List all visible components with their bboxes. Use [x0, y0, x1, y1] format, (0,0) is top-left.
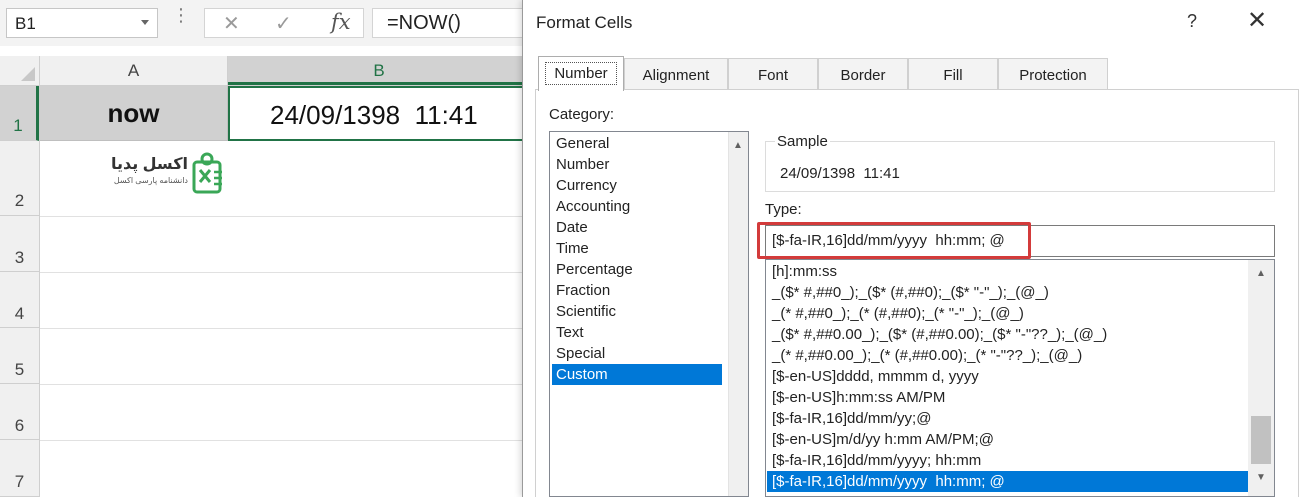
scroll-thumb[interactable]	[1251, 416, 1271, 464]
category-label: Category:	[549, 106, 615, 123]
grip-dots-icon: ⋮	[172, 5, 190, 25]
gridline	[40, 328, 530, 329]
format-item[interactable]: [$-fa-IR,16]dd/mm/yyyy; hh:mm	[767, 450, 1248, 471]
formula-buttons: ✕ ✓ fx	[204, 8, 364, 38]
cell-b1[interactable]: 24/09/1398 11:41	[228, 86, 530, 141]
row-header-7[interactable]: 7	[0, 440, 39, 497]
format-item[interactable]: _($* #,##0.00_);_($* (#,##0.00);_($* "-"…	[767, 324, 1248, 345]
formula-input[interactable]: =NOW()	[372, 8, 532, 38]
column-header-b[interactable]: B	[228, 56, 530, 85]
format-list[interactable]: [h]:mm:ss _($* #,##0_);_($* (#,##0);_($*…	[765, 259, 1275, 497]
column-headers: A B	[0, 56, 530, 86]
dialog-tabs: Number Alignment Font Border Fill Protec…	[535, 56, 1299, 91]
category-item[interactable]: Text	[552, 322, 722, 343]
sample-label: Sample	[775, 133, 830, 150]
format-item[interactable]: _($* #,##0_);_($* (#,##0);_($* "-"_);_(@…	[767, 282, 1248, 303]
format-item[interactable]: [$-fa-IR,16]dd/mm/yy;@	[767, 408, 1248, 429]
worksheet-grid[interactable]: now 24/09/1398 11:41	[40, 86, 530, 497]
row-header-2[interactable]: 2	[0, 141, 39, 216]
format-item[interactable]: _(* #,##0_);_(* (#,##0);_(* "-"_);_(@_)	[767, 303, 1248, 324]
name-box-value: B1	[15, 14, 36, 33]
category-item[interactable]: Accounting	[552, 196, 722, 217]
category-item[interactable]: Fraction	[552, 280, 722, 301]
gridline	[40, 384, 530, 385]
format-item[interactable]: [$-en-US]m/d/yy h:mm AM/PM;@	[767, 429, 1248, 450]
fx-icon[interactable]: fx	[331, 10, 351, 34]
gridline	[40, 272, 530, 273]
format-item-selected[interactable]: [$-fa-IR,16]dd/mm/yyyy hh:mm; @	[767, 471, 1248, 492]
category-item[interactable]: Number	[552, 154, 722, 175]
gridline	[40, 440, 530, 441]
type-input[interactable]: [$-fa-IR,16]dd/mm/yyyy hh:mm; @	[765, 225, 1275, 257]
row-header-3[interactable]: 3	[0, 216, 39, 272]
tab-font[interactable]: Font	[728, 58, 818, 90]
category-item[interactable]: Time	[552, 238, 722, 259]
tab-border[interactable]: Border	[818, 58, 908, 90]
format-cells-dialog: Format Cells ? ✕ Number Alignment Font B…	[522, 0, 1310, 497]
category-item[interactable]: General	[552, 133, 722, 154]
category-item[interactable]: Currency	[552, 175, 722, 196]
tab-number-label: Number	[545, 62, 617, 85]
scroll-down-icon[interactable]: ▼	[1256, 472, 1266, 483]
select-all-icon	[21, 67, 35, 81]
scroll-up-icon[interactable]: ▲	[733, 140, 743, 151]
category-item[interactable]: Percentage	[552, 259, 722, 280]
row-header-6[interactable]: 6	[0, 384, 39, 440]
close-icon[interactable]: ✕	[1247, 6, 1267, 35]
category-list[interactable]: General Number Currency Accounting Date …	[549, 131, 749, 497]
select-all-corner[interactable]	[0, 56, 40, 85]
gridline	[40, 216, 530, 217]
excelpedia-logo: اکسل پدیا دانشنامه پارسی اکسل	[108, 150, 228, 198]
check-icon[interactable]: ✓	[275, 11, 292, 36]
name-box[interactable]: B1	[6, 8, 158, 38]
format-scrollbar[interactable]: ▲ ▼	[1248, 260, 1274, 496]
format-item[interactable]: _(* #,##0.00_);_(* (#,##0.00);_(* "-"??_…	[767, 345, 1248, 366]
tab-alignment[interactable]: Alignment	[624, 58, 728, 90]
format-item[interactable]: [h]:mm:ss	[767, 261, 1248, 282]
category-item-selected[interactable]: Custom	[552, 364, 722, 385]
row-header-1[interactable]: 1	[0, 86, 39, 141]
excel-logo-icon	[192, 152, 222, 194]
dialog-title: Format Cells	[536, 13, 633, 32]
format-item[interactable]: [$-en-US]h:mm:ss AM/PM	[767, 387, 1248, 408]
chevron-down-icon[interactable]	[141, 20, 149, 25]
sample-value: 24/09/1398 11:41	[780, 165, 900, 182]
format-item[interactable]: [$-en-US]dddd, mmmm d, yyyy	[767, 366, 1248, 387]
category-item[interactable]: Date	[552, 217, 722, 238]
close-icon[interactable]: ✕	[223, 11, 240, 36]
cell-a1[interactable]: now	[40, 86, 228, 141]
category-scrollbar[interactable]: ▲	[728, 132, 748, 496]
logo-subtext: دانشنامه پارسی اکسل	[113, 176, 188, 185]
row-header-4[interactable]: 4	[0, 272, 39, 328]
tab-protection[interactable]: Protection	[998, 58, 1108, 90]
tab-number[interactable]: Number	[538, 56, 624, 91]
category-item[interactable]: Scientific	[552, 301, 722, 322]
help-icon[interactable]: ?	[1187, 11, 1197, 32]
type-label: Type:	[765, 201, 802, 218]
column-header-a[interactable]: A	[40, 56, 228, 85]
logo-text: اکسل پدیا	[110, 156, 188, 173]
scroll-up-icon[interactable]: ▲	[1256, 268, 1266, 279]
category-item[interactable]: Special	[552, 343, 722, 364]
row-headers: 1 2 3 4 5 6 7	[0, 86, 40, 497]
tab-fill[interactable]: Fill	[908, 58, 998, 90]
row-header-5[interactable]: 5	[0, 328, 39, 384]
